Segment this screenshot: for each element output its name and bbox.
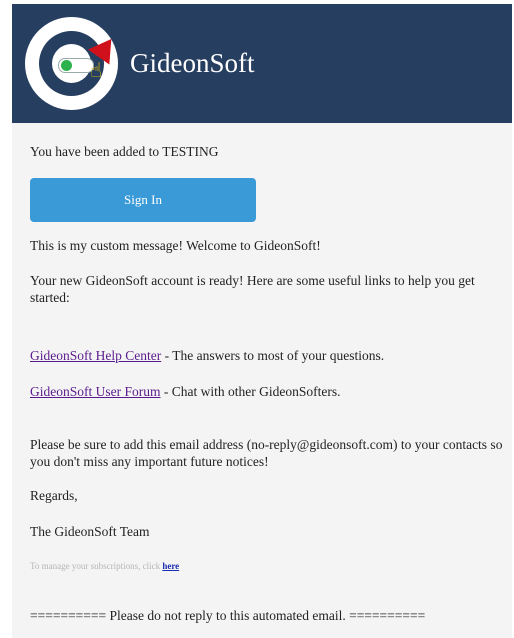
ready-text: Your new GideonSoft account is ready! He…: [30, 273, 475, 305]
email-header: ☝ GideonSoft: [12, 4, 512, 123]
help-center-link[interactable]: GideonSoft Help Center: [30, 348, 161, 363]
sign-in-button[interactable]: Sign In: [30, 178, 256, 222]
forum-line: GideonSoft User Forum - Chat with other …: [30, 384, 340, 400]
custom-message: This is my custom message! Welcome to Gi…: [30, 238, 321, 253]
help-description: - The answers to most of your questions.: [161, 348, 385, 363]
forum-description: - Chat with other GideonSofters.: [160, 384, 341, 399]
email-container: ☝ GideonSoft You have been added to TEST…: [12, 4, 512, 638]
hand-pointer-icon: ☝: [90, 58, 103, 82]
gideonsoft-logo-icon: ☝: [25, 17, 122, 110]
contacts-text: Please be sure to add this email address…: [30, 437, 503, 469]
toggle-icon: [58, 58, 94, 73]
brand-title: GideonSoft: [130, 48, 255, 78]
manage-subscriptions-link[interactable]: here: [162, 561, 179, 571]
user-forum-link[interactable]: GideonSoft User Forum: [30, 384, 161, 399]
manage-subscriptions: To manage your subscriptions, click here: [30, 561, 180, 571]
team-signature: The GideonSoft Team: [30, 524, 150, 539]
help-line: GideonSoft Help Center - The answers to …: [30, 348, 384, 364]
footer-notice: ========== Please do not reply to this a…: [30, 608, 426, 623]
added-text: You have been added to TESTING: [30, 144, 219, 159]
regards-text: Regards,: [30, 488, 78, 503]
